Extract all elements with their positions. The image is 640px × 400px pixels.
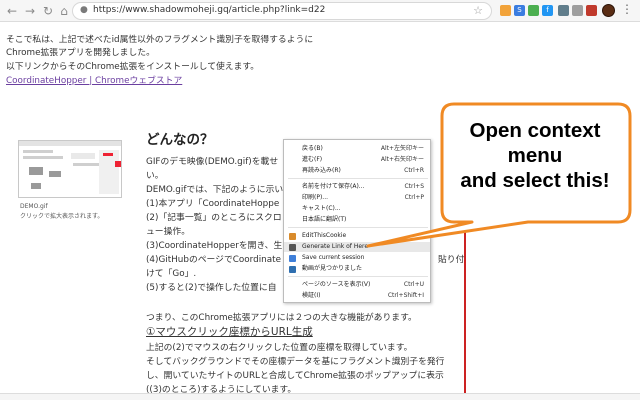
callout-line-3: and select this!	[460, 169, 610, 192]
callout-line-1: Open context	[469, 119, 601, 142]
callout-bubble	[366, 102, 632, 248]
callout-line-2: menu	[507, 144, 563, 167]
callout-text: Open context menu and select this!	[438, 118, 632, 193]
